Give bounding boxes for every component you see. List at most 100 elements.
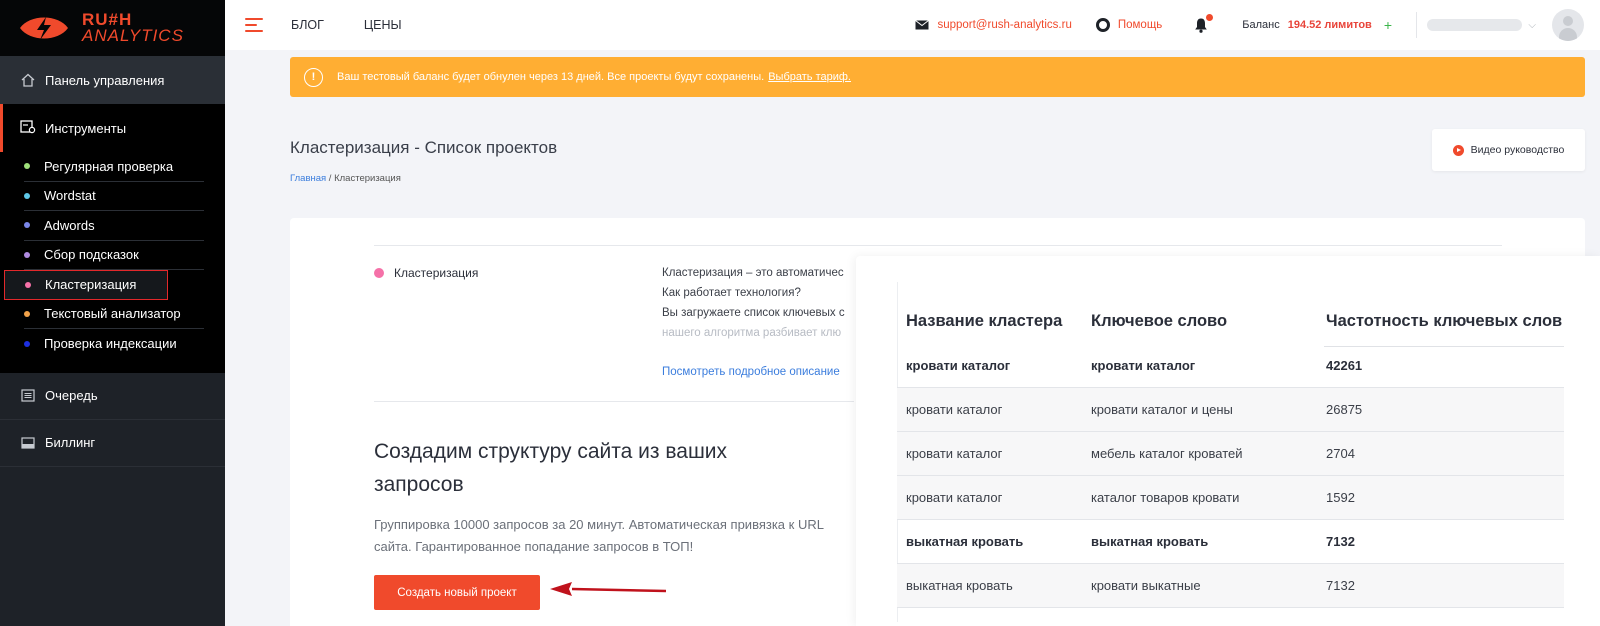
alert-text: Ваш тестовый баланс будет обнулен через … [337, 71, 765, 83]
breadcrumb-home[interactable]: Главная [290, 173, 326, 184]
promo-subtext: Группировка 10000 запросов за 20 минут. … [374, 517, 824, 554]
details-link[interactable]: Посмотреть подробное описание [662, 366, 840, 378]
table: Название кластера Ключевое слово Частотн… [897, 282, 1564, 608]
sidebar-item-label: Проверка индексации [44, 336, 177, 352]
notifications-button[interactable] [1194, 14, 1214, 33]
table-row: кровати каталог мебель каталог кроватей … [897, 432, 1564, 476]
sidebar-item-wordstat[interactable]: Wordstat [24, 182, 204, 211]
cell-keyword: кровати каталог [1091, 358, 1196, 373]
cell-frequency: 7132 [1326, 534, 1355, 549]
add-balance-button[interactable]: + [1384, 17, 1392, 33]
cell-keyword: мебель каталог кроватей [1091, 446, 1243, 461]
cell-frequency: 42261 [1326, 358, 1363, 373]
cell-frequency: 1592 [1326, 490, 1355, 505]
lifebuoy-icon [1095, 18, 1110, 32]
logo-line2: ANALYTICS [82, 26, 184, 45]
video-guide-label: Видео руководство [1470, 144, 1565, 156]
arrow-left-icon [550, 582, 666, 596]
status-dot [24, 163, 30, 170]
home-icon [20, 72, 36, 88]
status-dot [25, 281, 31, 288]
column-header: Ключевое слово [1091, 312, 1228, 330]
status-dot [24, 340, 30, 347]
cell-keyword: кровати каталог и цены [1091, 402, 1233, 417]
section-label-text: Кластеризация [394, 266, 479, 280]
cell-cluster: кровати каталог [906, 490, 1003, 505]
video-guide-button[interactable]: Видео руководство [1432, 129, 1585, 171]
list-icon [20, 388, 36, 404]
sidebar-item-label: Биллинг [45, 435, 96, 450]
sidebar-item-regular-check[interactable]: Регулярная проверка [24, 152, 204, 182]
table-row: кровати каталог каталог товаров кровати … [897, 476, 1564, 520]
divider [374, 245, 1502, 246]
breadcrumb: Главная / Кластеризация [290, 173, 401, 184]
page-title: Кластеризация - Список проектов [290, 138, 558, 157]
sidebar-item-label: Сбор подсказок [44, 247, 139, 263]
chevron-down-icon: ⌵ [1528, 19, 1536, 31]
cell-frequency: 7132 [1326, 578, 1355, 593]
desc-line: Вы загружаете список ключевых с [662, 307, 845, 319]
column-header: Частотность ключевых слов [1326, 312, 1563, 330]
top-header: БЛОГ ЦЕНЫ support@rush-analytics.ru Помо… [225, 0, 1600, 50]
avatar[interactable] [1552, 9, 1584, 41]
logo[interactable]: RU#H ANALYTICS [0, 0, 225, 56]
sidebar-item-label: Adwords [44, 217, 95, 233]
sidebar-item-dashboard[interactable]: Панель управления [0, 56, 225, 104]
sidebar-item-label: Очередь [45, 388, 98, 403]
sidebar-item-tools[interactable]: Инструменты [0, 104, 225, 152]
sidebar-item-billing[interactable]: Биллинг [0, 420, 225, 467]
help-link[interactable]: Помощь [1095, 18, 1163, 32]
cell-frequency: 26875 [1326, 402, 1363, 417]
desc-line: Как работает технология? [662, 287, 801, 299]
desc-line: нашего алгоритма разбивает клю [662, 327, 842, 339]
divider [374, 401, 854, 402]
help-label: Помощь [1117, 19, 1163, 31]
status-dot [24, 222, 30, 229]
balance-label: Баланс [1242, 19, 1280, 31]
cell-cluster: кровати каталог [906, 402, 1003, 417]
section-label: Кластеризация [374, 266, 478, 280]
create-project-button[interactable]: Создать новый проект [374, 575, 540, 610]
sidebar-item-clustering[interactable]: Кластеризация [4, 270, 168, 300]
sidebar-item-label: Wordstat [44, 188, 96, 204]
menu-toggle-icon[interactable] [245, 18, 263, 32]
sidebar-item-label: Текстовый анализатор [44, 306, 181, 322]
sidebar-item-queue[interactable]: Очередь [0, 373, 225, 420]
divider [1324, 345, 1564, 347]
column-header: Название кластера [906, 312, 1063, 330]
warning-icon: ! [304, 67, 323, 87]
promo-heading: Создадим структуру сайта из ваших запрос… [374, 440, 728, 496]
account-dropdown[interactable]: ⌵ [1416, 12, 1536, 38]
cell-keyword: выкатная кровать [1091, 534, 1209, 549]
sidebar-item-adwords[interactable]: Adwords [24, 211, 204, 241]
cell-keyword: каталог товаров кровати [1091, 490, 1240, 505]
status-dot [24, 251, 30, 258]
cell-cluster: выкатная кровать [906, 578, 1013, 593]
account-email-blurred [1427, 19, 1523, 31]
cell-keyword: кровати выкатные [1091, 578, 1201, 593]
trial-alert: ! Ваш тестовый баланс будет обнулен чере… [290, 57, 1585, 97]
choose-plan-link[interactable]: Выбрать тариф. [768, 71, 851, 83]
clustering-example-table: Название кластера Ключевое слово Частотн… [856, 256, 1600, 626]
nav-link-prices[interactable]: ЦЕНЫ [364, 18, 402, 32]
sidebar-item-label: Регулярная проверка [44, 158, 174, 174]
cell-cluster: кровати каталог [906, 446, 1003, 461]
cell-cluster: кровати каталог [906, 358, 1011, 373]
support-email-link[interactable]: support@rush-analytics.ru [915, 18, 1072, 33]
support-email: support@rush-analytics.ru [937, 19, 1072, 31]
sidebar-item-text-analyzer[interactable]: Текстовый анализатор [24, 300, 204, 329]
table-row: кровати каталог кровати каталог и цены 2… [897, 388, 1564, 432]
cell-frequency: 2704 [1326, 446, 1355, 461]
nav-link-blog[interactable]: БЛОГ [291, 18, 324, 32]
sidebar-item-index-check[interactable]: Проверка индексации [24, 329, 204, 359]
table-row: выкатная кровать выкатная кровать 7132 [897, 520, 1564, 564]
sidebar-item-label: Панель управления [45, 72, 165, 88]
status-dot [24, 192, 30, 199]
status-dot [374, 268, 384, 278]
breadcrumb-current: Кластеризация [334, 173, 401, 184]
table-row: кровати каталог кровати каталог 42261 [897, 344, 1564, 388]
sidebar-item-suggestions[interactable]: Сбор подсказок [24, 241, 204, 270]
balance-value: 194.52 лимитов [1287, 19, 1372, 31]
notification-badge [1206, 14, 1214, 21]
sidebar: RU#H ANALYTICS Панель управления Инструм… [0, 0, 225, 626]
